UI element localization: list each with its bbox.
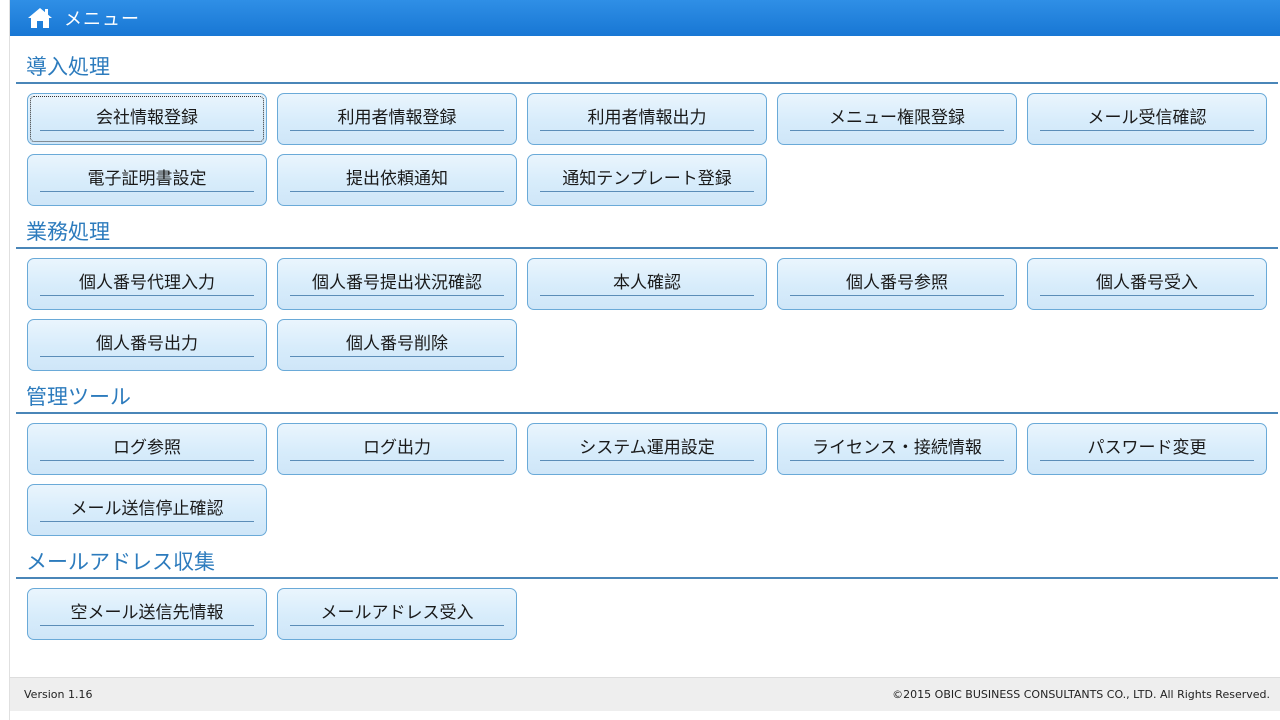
button-label: 利用者情報登録: [337, 107, 457, 128]
button-grid: 空メール送信先情報 メールアドレス受入: [16, 579, 1278, 640]
mail-receive-check-button[interactable]: メール受信確認: [1027, 93, 1267, 145]
button-label: 個人番号提出状況確認: [312, 272, 482, 293]
button-label: 空メール送信先情報: [70, 602, 224, 623]
button-label: 会社情報登録: [96, 107, 198, 128]
mail-send-stop-check-button[interactable]: メール送信停止確認: [27, 484, 267, 536]
button-label: ログ出力: [363, 437, 431, 458]
number-export-button[interactable]: 個人番号出力: [27, 319, 267, 371]
section-title: 管理ツール: [16, 380, 1278, 414]
notify-template-register-button[interactable]: 通知テンプレート登録: [527, 154, 767, 206]
menu-permission-register-button[interactable]: メニュー権限登録: [777, 93, 1017, 145]
button-label: パスワード変更: [1087, 437, 1207, 458]
button-grid: ログ参照 ログ出力 システム運用設定 ライセンス・接続情報 パスワード変更 メー…: [16, 414, 1278, 536]
user-info-export-button[interactable]: 利用者情報出力: [527, 93, 767, 145]
number-view-button[interactable]: 個人番号参照: [777, 258, 1017, 310]
button-grid: 個人番号代理入力 個人番号提出状況確認 本人確認 個人番号参照 個人番号受入 個…: [16, 249, 1278, 371]
button-label: 個人番号出力: [96, 333, 198, 354]
submission-status-check-button[interactable]: 個人番号提出状況確認: [277, 258, 517, 310]
empty-mail-destination-button[interactable]: 空メール送信先情報: [27, 588, 267, 640]
button-label: メールアドレス受入: [320, 602, 474, 623]
page-title: メニュー: [64, 9, 140, 30]
button-label: 提出依頼通知: [346, 168, 448, 189]
app-window: メニュー 導入処理 会社情報登録 利用者情報登録 利用者情報出力 メニュー権限登…: [0, 0, 1280, 720]
number-delete-button[interactable]: 個人番号削除: [277, 319, 517, 371]
button-label: ログ参照: [113, 437, 181, 458]
button-label: 個人番号参照: [846, 272, 948, 293]
home-icon[interactable]: [24, 5, 56, 31]
section-introduction: 導入処理 会社情報登録 利用者情報登録 利用者情報出力 メニュー権限登録 メール…: [16, 50, 1278, 206]
footer: Version 1.16 ©2015 OBIC BUSINESS CONSULT…: [10, 677, 1280, 711]
mail-address-import-button[interactable]: メールアドレス受入: [277, 588, 517, 640]
user-info-register-button[interactable]: 利用者情報登録: [277, 93, 517, 145]
button-label: ライセンス・接続情報: [812, 437, 982, 458]
button-grid: 会社情報登録 利用者情報登録 利用者情報出力 メニュー権限登録 メール受信確認 …: [16, 84, 1278, 206]
log-export-button[interactable]: ログ出力: [277, 423, 517, 475]
section-title: メールアドレス収集: [16, 545, 1278, 579]
log-view-button[interactable]: ログ参照: [27, 423, 267, 475]
password-change-button[interactable]: パスワード変更: [1027, 423, 1267, 475]
button-label: 通知テンプレート登録: [562, 168, 732, 189]
header-bar: メニュー: [10, 0, 1280, 36]
section-admin-tools: 管理ツール ログ参照 ログ出力 システム運用設定 ライセンス・接続情報 パスワー…: [16, 380, 1278, 536]
section-operations: 業務処理 個人番号代理入力 個人番号提出状況確認 本人確認 個人番号参照 個人番…: [16, 215, 1278, 371]
button-label: メール送信停止確認: [70, 498, 224, 519]
version-label: Version 1.16: [24, 688, 93, 701]
section-title: 業務処理: [16, 215, 1278, 249]
license-connection-info-button[interactable]: ライセンス・接続情報: [777, 423, 1017, 475]
submission-request-notify-button[interactable]: 提出依頼通知: [277, 154, 517, 206]
button-label: メニュー権限登録: [829, 107, 965, 128]
left-edge: [0, 0, 10, 720]
identity-check-button[interactable]: 本人確認: [527, 258, 767, 310]
button-label: メール受信確認: [1087, 107, 1207, 128]
button-label: 個人番号代理入力: [79, 272, 215, 293]
number-import-button[interactable]: 個人番号受入: [1027, 258, 1267, 310]
proxy-input-button[interactable]: 個人番号代理入力: [27, 258, 267, 310]
menu-content: 導入処理 会社情報登録 利用者情報登録 利用者情報出力 メニュー権限登録 メール…: [16, 50, 1278, 640]
button-label: 本人確認: [613, 272, 681, 293]
button-label: 電子証明書設定: [87, 168, 207, 189]
company-info-register-button[interactable]: 会社情報登録: [27, 93, 267, 145]
copyright-label: ©2015 OBIC BUSINESS CONSULTANTS CO., LTD…: [892, 688, 1270, 701]
section-title: 導入処理: [16, 50, 1278, 84]
button-label: 利用者情報出力: [587, 107, 707, 128]
button-label: 個人番号削除: [346, 333, 448, 354]
digital-certificate-setting-button[interactable]: 電子証明書設定: [27, 154, 267, 206]
button-label: システム運用設定: [579, 437, 715, 458]
button-label: 個人番号受入: [1096, 272, 1198, 293]
system-settings-button[interactable]: システム運用設定: [527, 423, 767, 475]
section-mail-collection: メールアドレス収集 空メール送信先情報 メールアドレス受入: [16, 545, 1278, 640]
